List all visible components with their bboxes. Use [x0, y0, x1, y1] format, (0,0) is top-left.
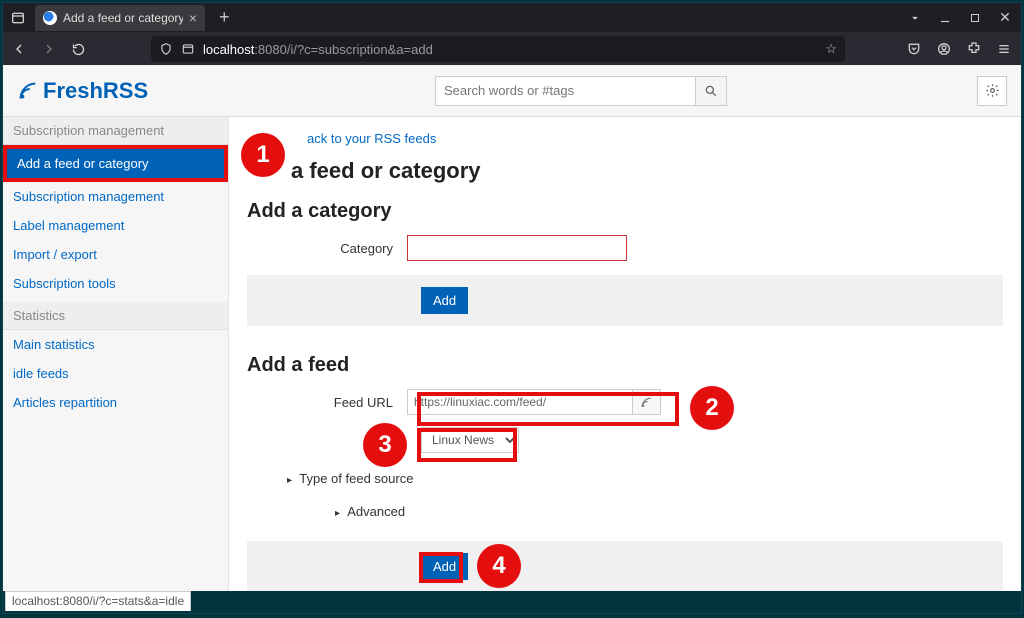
- tab-title: Add a feed or category: [63, 11, 183, 25]
- sidebar-item-import-export[interactable]: Import / export: [3, 240, 228, 269]
- tab-favicon: [43, 11, 57, 25]
- window-minimize-icon[interactable]: [935, 11, 955, 25]
- search-button[interactable]: [695, 76, 727, 106]
- triangle-right-icon: ▸: [335, 508, 340, 519]
- page-content: FreshRSS Subscription management Add a f…: [3, 65, 1021, 591]
- expander-advanced[interactable]: ▸ Advanced: [247, 504, 1003, 519]
- window-maximize-icon[interactable]: [965, 12, 985, 24]
- app-name: FreshRSS: [43, 78, 148, 104]
- window-close-icon[interactable]: ✕: [995, 9, 1015, 26]
- section-add-category: Add a category: [247, 200, 1003, 223]
- settings-button[interactable]: [977, 76, 1007, 106]
- status-bar: localhost:8080/i/?c=stats&a=idle: [5, 591, 191, 611]
- sidebar-group-statistics: Statistics: [3, 302, 228, 330]
- page-title: a feed or category: [291, 158, 1003, 184]
- tabs-dropdown-icon[interactable]: [905, 11, 925, 25]
- container-tab-icon[interactable]: [9, 9, 27, 27]
- browser-tab[interactable]: Add a feed or category ×: [35, 5, 205, 31]
- sidebar-item-sub-manage[interactable]: Subscription management: [3, 182, 228, 211]
- feed-url-label: Feed URL: [247, 395, 407, 410]
- add-category-button[interactable]: Add: [421, 287, 468, 314]
- feed-category-select[interactable]: Linux News: [421, 427, 519, 453]
- back-link[interactable]: ack to your RSS feeds: [307, 131, 436, 146]
- rss-detect-icon[interactable]: [633, 389, 661, 415]
- freshrss-logo[interactable]: FreshRSS: [17, 78, 148, 104]
- bookmark-star-icon[interactable]: ☆: [825, 41, 837, 57]
- sidebar: Subscription management Add a feed or ca…: [3, 117, 229, 591]
- close-tab-icon[interactable]: ×: [189, 10, 197, 26]
- sidebar-group-subscription: Subscription management: [3, 117, 228, 145]
- reload-icon[interactable]: [71, 42, 91, 57]
- new-tab-button[interactable]: +: [213, 7, 236, 28]
- browser-toolbar: localhost:8080/i/?c=subscription&a=add ☆: [3, 33, 1021, 65]
- category-label: Category: [247, 241, 407, 256]
- sidebar-item-sub-tools[interactable]: Subscription tools: [3, 269, 228, 298]
- sidebar-item-idle-feeds[interactable]: idle feeds: [3, 359, 228, 388]
- address-bar[interactable]: localhost:8080/i/?c=subscription&a=add ☆: [151, 36, 845, 62]
- search-input[interactable]: [435, 76, 695, 106]
- expander-feed-type[interactable]: ▸ Type of feed source: [247, 471, 1003, 486]
- section-add-feed: Add a feed: [247, 354, 1003, 377]
- account-icon[interactable]: [935, 41, 953, 57]
- extensions-icon[interactable]: [965, 41, 983, 57]
- feed-url-input[interactable]: [407, 389, 633, 415]
- app-menu-icon[interactable]: [995, 41, 1013, 57]
- sidebar-item-main-stats[interactable]: Main statistics: [3, 330, 228, 359]
- triangle-right-icon: ▸: [287, 475, 292, 486]
- sidebar-item-repartition[interactable]: Articles repartition: [3, 388, 228, 417]
- shield-icon[interactable]: [159, 42, 173, 56]
- app-header: FreshRSS: [3, 65, 1021, 117]
- sidebar-item-label-manage[interactable]: Label management: [3, 211, 228, 240]
- sidebar-item-add-feed[interactable]: Add a feed or category: [3, 145, 228, 182]
- back-icon[interactable]: [11, 41, 31, 57]
- forward-icon[interactable]: [41, 41, 61, 57]
- pocket-icon[interactable]: [905, 41, 923, 57]
- site-info-icon[interactable]: [181, 42, 195, 56]
- url-path: :8080/i/?c=subscription&a=add: [254, 42, 433, 57]
- main-area: ack to your RSS feeds a feed or category…: [229, 117, 1021, 591]
- category-input[interactable]: [407, 235, 627, 261]
- window-titlebar: Add a feed or category × + ✕: [3, 3, 1021, 33]
- url-host: localhost: [203, 42, 254, 57]
- add-feed-button[interactable]: Add: [421, 553, 468, 580]
